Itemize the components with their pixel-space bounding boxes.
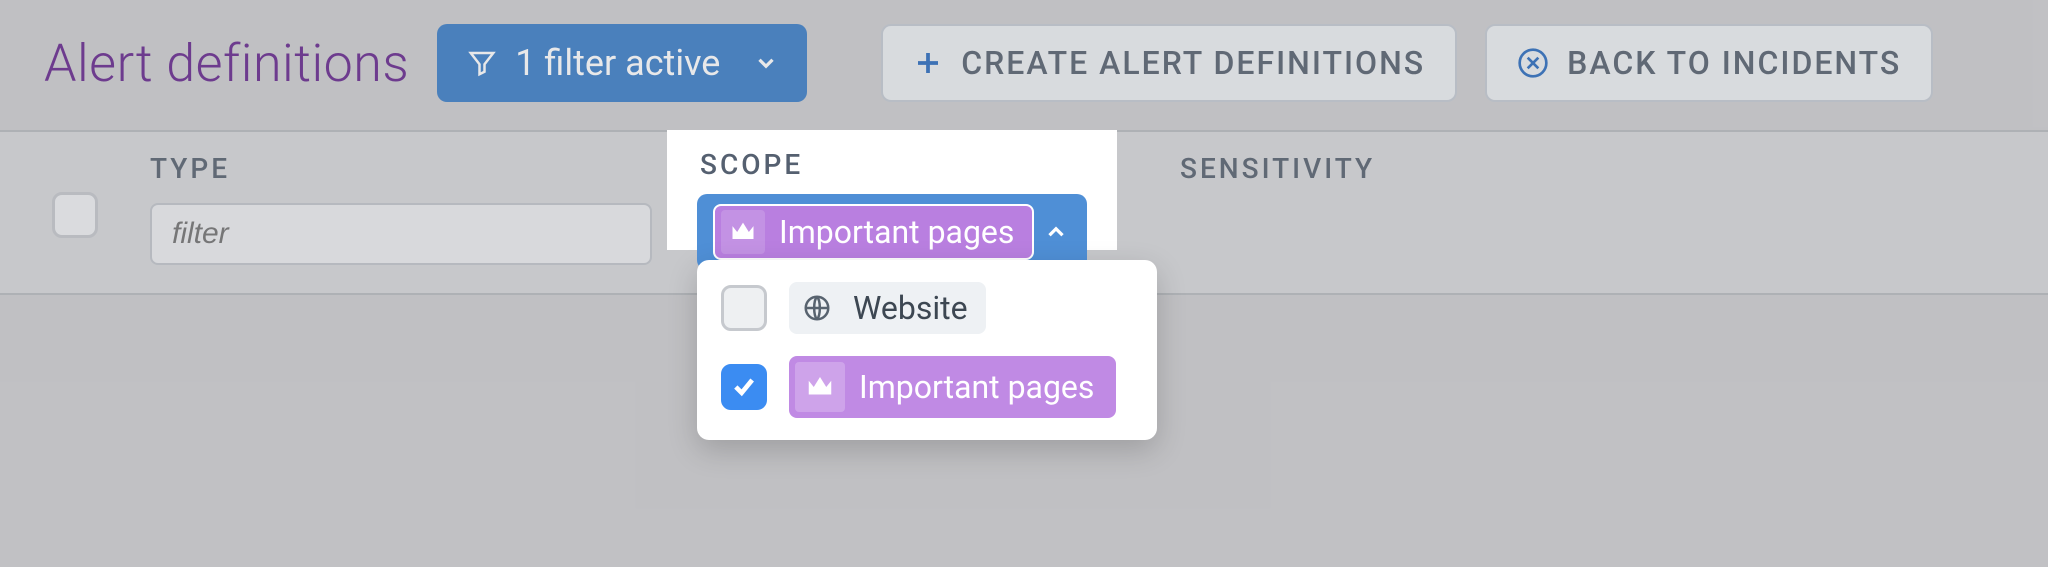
scope-option-website-checkbox[interactable]	[721, 285, 767, 331]
scope-filter-trigger[interactable]: Important pages	[697, 194, 1087, 270]
scope-option-important-tag: Important pages	[789, 356, 1116, 418]
scope-filter-select[interactable]: Important pages	[697, 194, 1087, 270]
plus-icon	[913, 48, 943, 78]
scope-option-website-tag: Website	[789, 282, 986, 334]
close-circle-icon	[1517, 47, 1549, 79]
scope-header-content: Scope	[700, 148, 803, 181]
page-title: Alert definitions	[44, 33, 409, 94]
scope-option-website-label: Website	[853, 289, 968, 327]
column-sensitivity-label: Sensitivity	[1180, 152, 2020, 185]
scope-option-important-label: Important pages	[859, 368, 1094, 406]
filters-count-label: 1 filter active	[515, 42, 720, 84]
scope-filter-options: Website Important pages	[697, 260, 1157, 440]
select-all-cell	[0, 152, 150, 238]
create-button-label: Create Alert Definitions	[961, 44, 1425, 82]
globe-icon	[795, 286, 839, 330]
chevron-down-icon	[753, 50, 779, 76]
column-scope-label: Scope	[700, 148, 803, 181]
back-button-label: Back to Incidents	[1567, 44, 1901, 82]
column-type-label: Type	[150, 152, 652, 185]
type-filter-input[interactable]	[150, 203, 652, 265]
crown-icon	[795, 362, 845, 412]
column-sensitivity: Sensitivity	[1140, 152, 2048, 185]
table-header-row: Type Sensitivity Scope Important pages	[0, 130, 2048, 295]
page-header: Alert definitions 1 filter active Create…	[0, 0, 2048, 130]
crown-icon	[721, 210, 765, 254]
column-type: Type	[150, 152, 680, 265]
create-alert-definitions-button[interactable]: Create Alert Definitions	[881, 24, 1457, 102]
scope-selected-tag: Important pages	[713, 204, 1034, 260]
scope-option-important-checkbox[interactable]	[721, 364, 767, 410]
scope-selected-label: Important pages	[779, 213, 1014, 251]
scope-option-important-pages[interactable]: Important pages	[721, 356, 1133, 418]
back-to-incidents-button[interactable]: Back to Incidents	[1485, 24, 1933, 102]
scope-option-website[interactable]: Website	[721, 282, 1133, 334]
filter-icon	[467, 48, 497, 78]
filters-dropdown-button[interactable]: 1 filter active	[437, 24, 807, 102]
select-all-checkbox[interactable]	[52, 192, 98, 238]
chevron-up-icon	[1043, 219, 1069, 245]
